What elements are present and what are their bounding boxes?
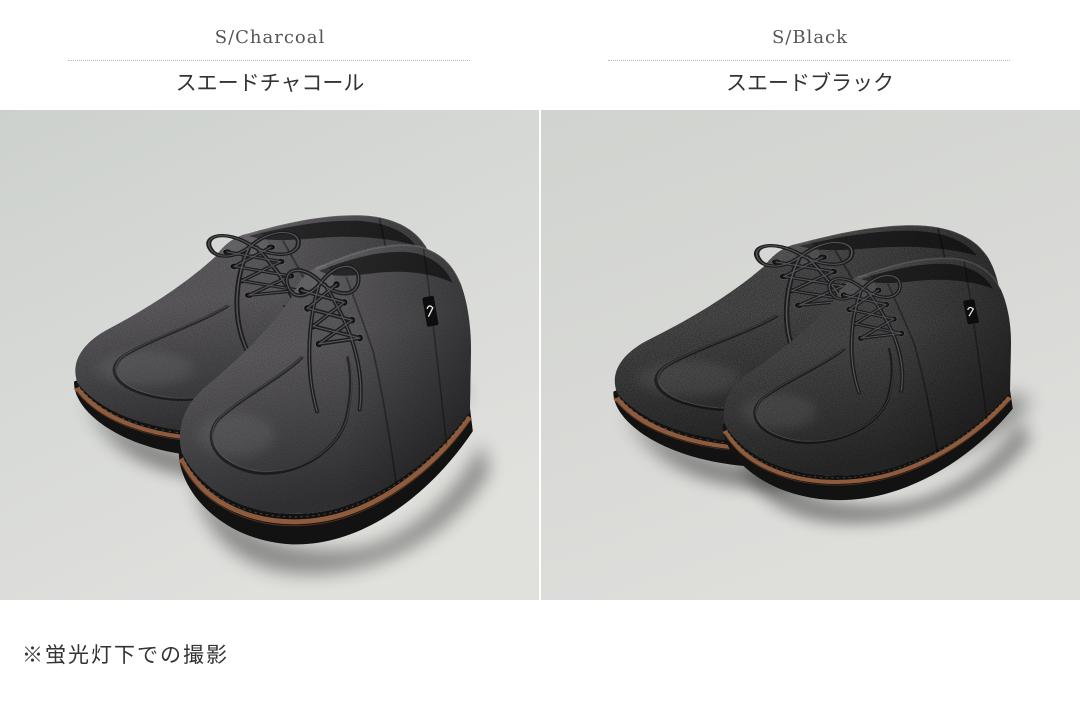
product-photo-charcoal	[0, 110, 539, 600]
photo-canvas	[541, 110, 1080, 600]
lighting-note: ※蛍光灯下での撮影	[22, 643, 229, 667]
product-photo-black	[541, 110, 1080, 600]
variant-header-charcoal: S/Charcoal スエードチャコール	[0, 0, 540, 110]
variant-name-label: スエードチャコール	[175, 71, 365, 95]
dotted-divider	[608, 60, 1010, 61]
photo-canvas	[0, 110, 539, 600]
product-color-variants: S/Charcoal スエードチャコール S/Black スエードブラック ※蛍…	[0, 0, 1080, 708]
variant-header-black: S/Black スエードブラック	[540, 0, 1080, 110]
variant-code-label: S/Black	[771, 27, 849, 48]
dotted-divider	[68, 60, 470, 61]
variant-name-label: スエードブラック	[726, 71, 894, 95]
variant-code-label: S/Charcoal	[214, 27, 326, 48]
